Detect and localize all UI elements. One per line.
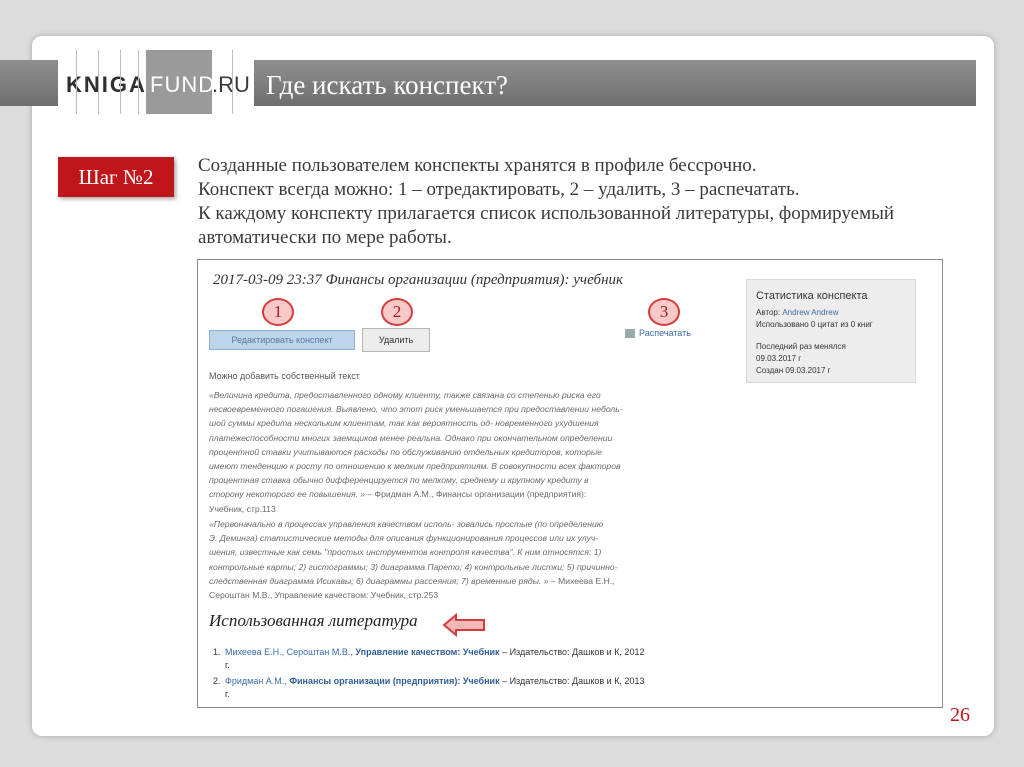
add-own-text-link[interactable]: Можно добавить собственный текст xyxy=(209,371,360,381)
quote-attribution: – Михеева Е.Н., xyxy=(548,575,615,586)
quote-line: следственная диаграмма Исикавы; 6) диагр… xyxy=(209,574,695,588)
quote-line: процентная ставка обычно дифференцируетс… xyxy=(209,475,589,486)
reference-number: 1. xyxy=(213,647,221,657)
logo-divider xyxy=(138,50,139,114)
description: Созданные пользователем конспекты хранят… xyxy=(198,154,978,250)
description-line: автоматически по мере работы. xyxy=(198,227,452,248)
quote-line: «Первоначально в процессах управления ка… xyxy=(209,519,604,529)
stats-created: Создан 09.03.2017 г xyxy=(756,366,831,375)
note-title: 2017-03-09 23:37 Финансы организации (пр… xyxy=(213,272,624,288)
quote-line-end: сторону некоторого ее повышения. » xyxy=(209,489,365,500)
print-label: Распечатать xyxy=(639,328,691,338)
references-list: 1. Михеева Е.Н., Сероштан М.В., Управлен… xyxy=(213,646,705,704)
print-link[interactable]: Распечатать xyxy=(625,328,691,339)
logo-divider xyxy=(76,50,77,114)
reference-item: 1. Михеева Е.Н., Сероштан М.В., Управлен… xyxy=(213,646,705,672)
quote-line: процентной ставки учитываются расходы по… xyxy=(209,446,602,457)
delete-note-button[interactable]: Удалить xyxy=(362,328,430,352)
quote-line: контрольные карты; 2) гистограммы; 3) ди… xyxy=(209,561,618,572)
kniga-fund-logo[interactable]: KNIGA FUND .RU xyxy=(58,50,254,114)
quote-line: платежеспособности многих заемщиков мене… xyxy=(209,432,613,443)
quote-line: «Величина кредита, предоставленного одно… xyxy=(209,390,601,400)
logo-divider xyxy=(98,50,99,114)
description-line: Созданные пользователем конспекты хранят… xyxy=(198,155,757,176)
marker-3: 3 xyxy=(648,298,680,326)
reference-book[interactable]: Финансы организации (предприятия): Учебн… xyxy=(289,676,499,686)
stats-title: Статистика конспекта xyxy=(756,290,868,302)
reference-item: 2. Фридман А.М., Финансы организации (пр… xyxy=(213,675,705,701)
reference-authors[interactable]: Михеева Е.Н., Сероштан М.В., xyxy=(225,647,353,657)
quote-line: шения, известные как семь "простых инстр… xyxy=(209,547,602,558)
logo-fund: FUND xyxy=(150,72,216,97)
stats-author: Автор: Andrew Andrew xyxy=(756,308,838,317)
literature-heading: Использованная литература xyxy=(209,611,418,630)
reference-year-suffix: г. xyxy=(225,689,230,699)
marker-2: 2 xyxy=(381,298,413,326)
quote-line: несвоевременного погашения. Выявлено, чт… xyxy=(209,404,623,415)
reference-year-suffix: г. xyxy=(225,660,230,670)
quote-line: имеют тенденцию к росту по отношению к м… xyxy=(209,461,621,472)
quote-line: Э. Деминга) статистические методы для оп… xyxy=(209,533,599,544)
reference-publisher: – Издательство: Дашков и К, 2012 xyxy=(499,647,645,657)
logo-kniga: KNIGA xyxy=(66,72,147,97)
stats-author-label: Автор: xyxy=(756,308,781,317)
quote-line-end: следственная диаграмма Исикавы; 6) диагр… xyxy=(209,575,549,586)
logo-ru: .RU xyxy=(212,72,250,97)
quote-1: «Величина кредита, предоставленного одно… xyxy=(209,388,695,516)
reference-number: 2. xyxy=(213,676,221,686)
logo-divider xyxy=(232,50,233,114)
reference-publisher: – Издательство: Дашков и К, 2013 xyxy=(499,676,645,686)
stats-author-link[interactable]: Andrew Andrew xyxy=(782,308,838,317)
arrow-left-icon xyxy=(442,613,485,637)
quote-attribution: – Фридман А.М., Финансы организации (пре… xyxy=(365,489,587,500)
quote-source: Учебник, стр.113 xyxy=(209,503,276,514)
quote-line: шой суммы кредита нескольким клиентам, т… xyxy=(209,418,599,429)
stats-last-changed: 09.03.2017 г xyxy=(756,354,802,363)
quote-source: Сероштан М.В., Управление качеством: Уче… xyxy=(209,590,439,601)
description-line: К каждому конспекту прилагается список и… xyxy=(198,203,895,224)
edit-note-button[interactable]: Редактировать конспект xyxy=(209,330,355,350)
note-screenshot: 2017-03-09 23:37 Финансы организации (пр… xyxy=(197,259,943,708)
slide-title: Где искать конспект? xyxy=(266,70,508,100)
reference-book[interactable]: Управление качеством: Учебник xyxy=(355,647,499,657)
reference-authors[interactable]: Фридман А.М., xyxy=(225,676,287,686)
page-number: 26 xyxy=(950,704,970,726)
quote-line: сторону некоторого ее повышения. » – Фри… xyxy=(209,487,695,501)
quote-2: «Первоначально в процессах управления ка… xyxy=(209,517,695,602)
stats-last-changed-label: Последний раз менялся xyxy=(756,342,846,351)
note-stats-panel: Статистика конспекта Автор: Andrew Andre… xyxy=(746,279,916,383)
marker-1: 1 xyxy=(262,298,294,326)
printer-icon xyxy=(625,329,635,339)
description-line: Конспект всегда можно: 1 – отредактирова… xyxy=(198,179,800,200)
step-badge: Шаг №2 xyxy=(58,157,174,197)
stats-used: Использовано 0 цитат из 0 книг xyxy=(756,320,873,329)
logo-divider xyxy=(120,50,121,114)
